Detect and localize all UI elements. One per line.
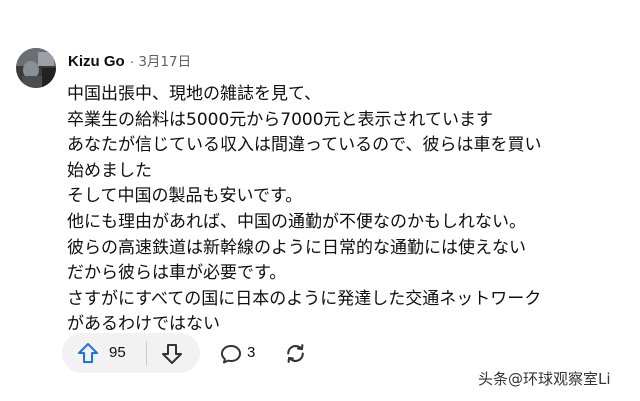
comment-line: 始めました	[67, 160, 152, 181]
watermark-platform: 头条	[478, 370, 509, 388]
comment-line: あなたが信じている収入は間違っているので、彼らは車を買い	[67, 135, 542, 156]
author-name[interactable]: Kizu Go	[68, 53, 125, 70]
comment-line: さすがにすべての国に日本のように発達した交通ネットワーク	[67, 288, 542, 309]
reply-count: 3	[247, 344, 256, 361]
comment-line: 他にも理由があれば、中国の通勤が不便なのかもしれない。	[67, 211, 526, 232]
comment-line: そして中国の製品も安いです。	[67, 186, 303, 207]
like-count: 95	[109, 344, 126, 361]
comment-line: だから彼らは車が必要です。	[67, 263, 287, 284]
avatar[interactable]	[16, 48, 56, 88]
comment-date[interactable]: 3月17日	[138, 50, 191, 70]
watermark: 头条 @环球观察室Li	[478, 368, 611, 389]
comment-line: 中国出張中、現地の雑誌を見て、	[67, 84, 322, 104]
comment-header: Kizu Go · 3月17日	[68, 50, 191, 70]
reply-icon[interactable]	[219, 342, 243, 366]
watermark-account: @环球观察室Li	[508, 370, 611, 388]
comment-line: 卒業生の給料は5000元から7000元と表示されています	[67, 109, 494, 130]
downvote-icon[interactable]	[160, 342, 184, 366]
avatar-image	[16, 48, 56, 88]
comment-body: 中国出張中、現地の雑誌を見て、 卒業生の給料は5000元から7000元と表示され…	[67, 82, 627, 338]
header-separator: ·	[129, 53, 135, 69]
upvote-icon[interactable]	[76, 341, 100, 365]
repost-icon[interactable]	[283, 341, 308, 366]
comment-line: 彼らの高速鉄道は新幹線のように日常的な通勤には使えない	[67, 237, 526, 258]
pill-divider	[146, 341, 147, 365]
